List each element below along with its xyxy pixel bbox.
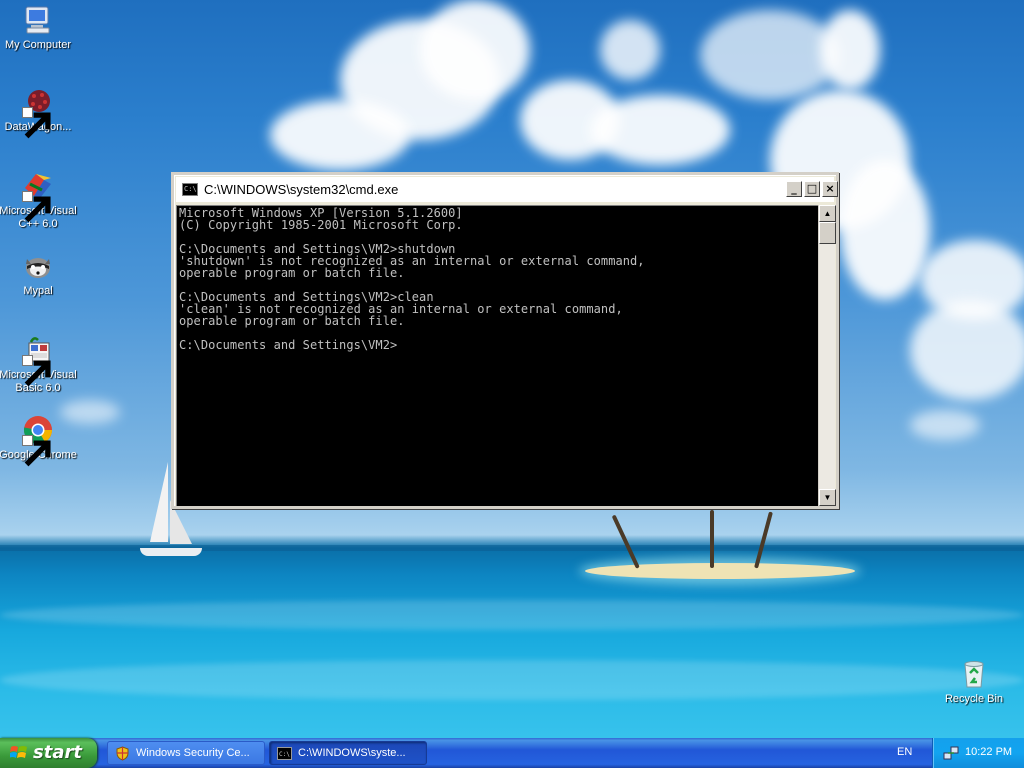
shortcut-arrow-icon [22, 107, 51, 139]
svg-text:C:\: C:\ [279, 751, 290, 758]
visual-cpp-icon [22, 170, 54, 223]
shortcut-arrow-icon [22, 435, 51, 467]
cloud-decoration [600, 20, 660, 80]
mypal-icon [22, 250, 54, 282]
desktop-icon-visual-basic[interactable]: Microsoft Visual Basic 6.0 [0, 334, 78, 395]
shortcut-arrow-icon [22, 191, 51, 223]
scroll-down-button[interactable]: ▼ [819, 489, 836, 506]
console-line: (C) Copyright 1985-2001 Microsoft Corp. [179, 218, 463, 232]
desktop-icon-datawagon[interactable]: DataWagon... [0, 86, 78, 139]
sea-shine [0, 660, 1024, 700]
cloud-decoration [590, 95, 730, 165]
console-prompt-line[interactable]: C:\Documents and Settings\VM2> [179, 339, 818, 351]
visual-basic-icon [22, 334, 54, 387]
taskbar: start Windows Security Ce... C:\ C:\WIND… [0, 738, 1024, 768]
cmd-window[interactable]: C:\ C:\WINDOWS\system32\cmd.exe _ □ × Mi… [171, 172, 839, 509]
cloud-decoration [840, 160, 930, 300]
windows-flag-icon [9, 745, 28, 761]
maximize-button[interactable]: □ [804, 181, 820, 197]
cloud-decoration [820, 10, 880, 90]
cmd-titlebar[interactable]: C:\ C:\WINDOWS\system32\cmd.exe _ □ × [176, 177, 838, 202]
scroll-thumb[interactable] [819, 222, 836, 244]
taskbar-button-windows-security[interactable]: Windows Security Ce... [107, 741, 265, 765]
cloud-decoration [270, 100, 410, 170]
palm-trunk [710, 510, 714, 568]
datawagon-icon [22, 86, 54, 139]
cloud-decoration [910, 410, 980, 440]
window-title: C:\WINDOWS\system32\cmd.exe [204, 182, 399, 197]
desktop-icon-mypal[interactable]: Mypal [0, 250, 78, 298]
desktop-icon-my-computer[interactable]: My Computer [0, 4, 78, 52]
chrome-icon [22, 414, 54, 467]
desktop-icon-label: Recycle Bin [944, 693, 1004, 705]
taskbar-button-cmd[interactable]: C:\ C:\WINDOWS\syste... [269, 741, 427, 765]
taskbar-button-label: Windows Security Ce... [136, 747, 250, 759]
shield-icon [115, 746, 130, 761]
console-line: operable program or batch file. [179, 266, 405, 280]
cmd-icon: C:\ [277, 746, 292, 761]
shortcut-arrow-icon [22, 355, 51, 387]
cmd-icon[interactable]: C:\ [182, 183, 198, 196]
palm-trunk [754, 511, 773, 569]
desktop-icon-label: Mypal [23, 285, 53, 297]
close-button[interactable]: × [822, 181, 838, 197]
start-label: start [33, 742, 82, 763]
sea-shine [0, 600, 1024, 630]
desktop-icon-google-chrome[interactable]: Google Chrome [0, 414, 78, 467]
cloud-decoration [910, 300, 1024, 400]
island [585, 563, 855, 579]
system-tray: 10:22 PM [932, 738, 1024, 768]
vertical-scrollbar[interactable]: ▲ ▼ [818, 205, 836, 506]
palm-trunk [611, 514, 640, 569]
desktop-icon-recycle-bin[interactable]: Recycle Bin [934, 658, 1014, 706]
scroll-up-button[interactable]: ▲ [819, 205, 836, 222]
taskbar-button-label: C:\WINDOWS\syste... [298, 747, 406, 759]
cloud-decoration [420, 0, 530, 100]
my-computer-icon [22, 4, 54, 36]
language-indicator[interactable]: EN [897, 746, 912, 758]
desktop-icon-visual-cpp[interactable]: Microsoft Visual C++ 6.0 [0, 170, 78, 231]
network-tray-icon[interactable] [943, 745, 959, 761]
recycle-bin-icon [958, 658, 990, 690]
console-line: operable program or batch file. [179, 314, 405, 328]
cloud-decoration [700, 10, 840, 100]
console-output[interactable]: Microsoft Windows XP [Version 5.1.2600] … [176, 205, 818, 506]
desktop-icon-label: My Computer [4, 39, 72, 51]
minimize-button[interactable]: _ [786, 181, 802, 197]
clock[interactable]: 10:22 PM [965, 746, 1012, 758]
start-button[interactable]: start [0, 738, 97, 768]
